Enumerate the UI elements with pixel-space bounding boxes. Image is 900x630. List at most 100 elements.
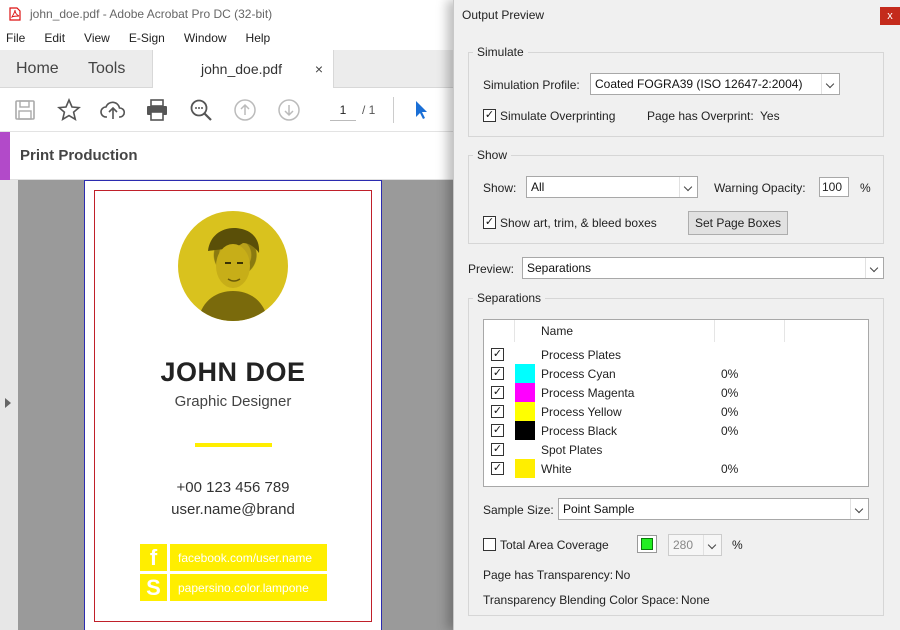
card-paper-row: S papersino.color.lampone [140,574,327,601]
separation-checkbox[interactable]: ✓ [491,386,504,399]
pdf-icon [8,6,22,22]
separation-row[interactable]: ✓ White 0% [484,459,868,478]
separation-row[interactable]: ✓ Process Black 0% [484,421,868,440]
next-page-icon[interactable] [276,97,302,123]
facebook-icon: f [140,544,167,571]
blending-space-label: Transparency Blending Color Space: [483,593,679,607]
menu-esign[interactable]: E-Sign [127,31,167,45]
tab-tools[interactable]: Tools [74,50,152,87]
separation-swatch [515,421,535,440]
print-production-accent [0,131,10,180]
card-facebook-text: facebook.com/user.name [170,544,327,571]
separation-row[interactable]: ✓ Spot Plates [484,440,868,459]
menu-window[interactable]: Window [182,31,229,45]
show-boxes-label: Show art, trim, & bleed boxes [500,216,657,230]
separation-name: Process Plates [541,348,622,362]
sample-size-label: Sample Size: [483,503,554,517]
page-number-input[interactable]: 1 [330,99,356,121]
header-col-percent [715,320,785,342]
sample-size-select[interactable]: Point Sample [558,498,869,520]
star-icon[interactable] [56,97,82,123]
page-total: / 1 [362,102,376,117]
separation-name: Process Magenta [541,386,635,400]
dialog-title: Output Preview [462,8,545,22]
separation-row[interactable]: ✓ Process Magenta 0% [484,383,868,402]
separation-name: White [541,462,572,476]
separations-header: Name [484,320,868,342]
print-icon[interactable] [144,97,170,123]
close-tab-icon[interactable]: × [315,61,323,77]
simulate-legend: Simulate [473,45,528,59]
zoom-out-icon[interactable] [188,97,214,123]
separation-row[interactable]: ✓ Process Plates [484,345,868,364]
sample-size-value: Point Sample [563,502,635,516]
total-area-coverage-select[interactable]: 280 [668,534,722,556]
chevron-down-icon [865,258,883,278]
show-group [468,155,884,244]
show-boxes-checkbox[interactable]: ✓ [483,216,496,229]
document-area[interactable]: JOHN DOE Graphic Designer +00 123 456 78… [0,180,453,630]
select-cursor-icon[interactable] [408,97,434,123]
separation-swatch [515,459,535,478]
previous-page-icon[interactable] [232,97,258,123]
warning-opacity-label: Warning Opacity: [714,181,806,195]
menu-view[interactable]: View [82,31,112,45]
simulation-profile-label: Simulation Profile: [483,78,580,92]
page-has-overprint-label: Page has Overprint: [647,109,754,123]
page-has-transparency-value: No [615,568,631,582]
page-has-overprint-value: Yes [760,109,780,123]
card-email: user.name@brand [171,501,295,518]
card-phone: +00 123 456 789 [176,479,290,496]
simulate-overprinting-checkbox[interactable]: ✓ [483,109,496,122]
separation-row[interactable]: ✓ Process Yellow 0% [484,402,868,421]
separation-checkbox[interactable]: ✓ [491,348,504,361]
card-job-title: Graphic Designer [174,393,292,410]
cloud-upload-icon[interactable] [100,97,126,123]
card-name: JOHN DOE [160,357,306,387]
separation-checkbox[interactable]: ✓ [491,405,504,418]
separation-checkbox[interactable]: ✓ [491,424,504,437]
separation-name: Spot Plates [541,443,603,457]
coverage-color-swatch[interactable] [637,535,657,553]
menu-help[interactable]: Help [244,31,273,45]
separation-row[interactable]: ✓ Process Cyan 0% [484,364,868,383]
tab-document-label: john_doe.pdf [201,61,282,77]
menu-file[interactable]: File [4,31,27,45]
acrobat-window: john_doe.pdf - Adobe Acrobat Pro DC (32-… [0,0,453,630]
separation-swatch [515,402,535,421]
menu-edit[interactable]: Edit [42,31,67,45]
separation-percent: 0% [721,367,739,381]
card-facebook-row: f facebook.com/user.name [140,544,327,571]
card-divider [195,443,272,447]
expand-panel-icon[interactable] [5,398,11,408]
chevron-down-icon [850,499,868,519]
separation-percent: 0% [721,462,739,476]
header-col-check [484,320,515,342]
warning-opacity-input[interactable]: 100 [819,177,849,197]
print-production-title: Print Production [20,147,138,164]
separations-list[interactable]: Name ✓ Process Plates ✓ Process Cyan 0% … [483,319,869,487]
separation-swatch [515,364,535,383]
preview-label: Preview: [468,262,515,276]
preview-select[interactable]: Separations [522,257,884,279]
separation-checkbox[interactable]: ✓ [491,462,504,475]
save-icon[interactable] [12,97,38,123]
left-rail [0,180,18,630]
window-title: john_doe.pdf - Adobe Acrobat Pro DC (32-… [30,7,273,21]
title-bar: john_doe.pdf - Adobe Acrobat Pro DC (32-… [0,0,453,28]
tab-home[interactable]: Home [0,50,74,87]
close-icon[interactable]: x [880,7,900,25]
separation-name: Process Yellow [541,405,622,419]
coverage-color-fill [641,538,653,550]
set-page-boxes-button[interactable]: Set Page Boxes [688,211,788,235]
simulation-profile-select[interactable]: Coated FOGRA39 (ISO 12647-2:2004) [590,73,840,95]
tab-document[interactable]: john_doe.pdf × [152,50,334,88]
separation-checkbox[interactable]: ✓ [491,443,504,456]
toolbar: 1 / 1 [0,88,453,132]
page-has-transparency-label: Page has Transparency: [483,568,614,582]
header-name-label: Name [541,324,574,338]
total-area-coverage-checkbox[interactable] [483,538,496,551]
show-select[interactable]: All [526,176,698,198]
tab-bar: Home Tools john_doe.pdf × [0,50,453,88]
separation-checkbox[interactable]: ✓ [491,367,504,380]
